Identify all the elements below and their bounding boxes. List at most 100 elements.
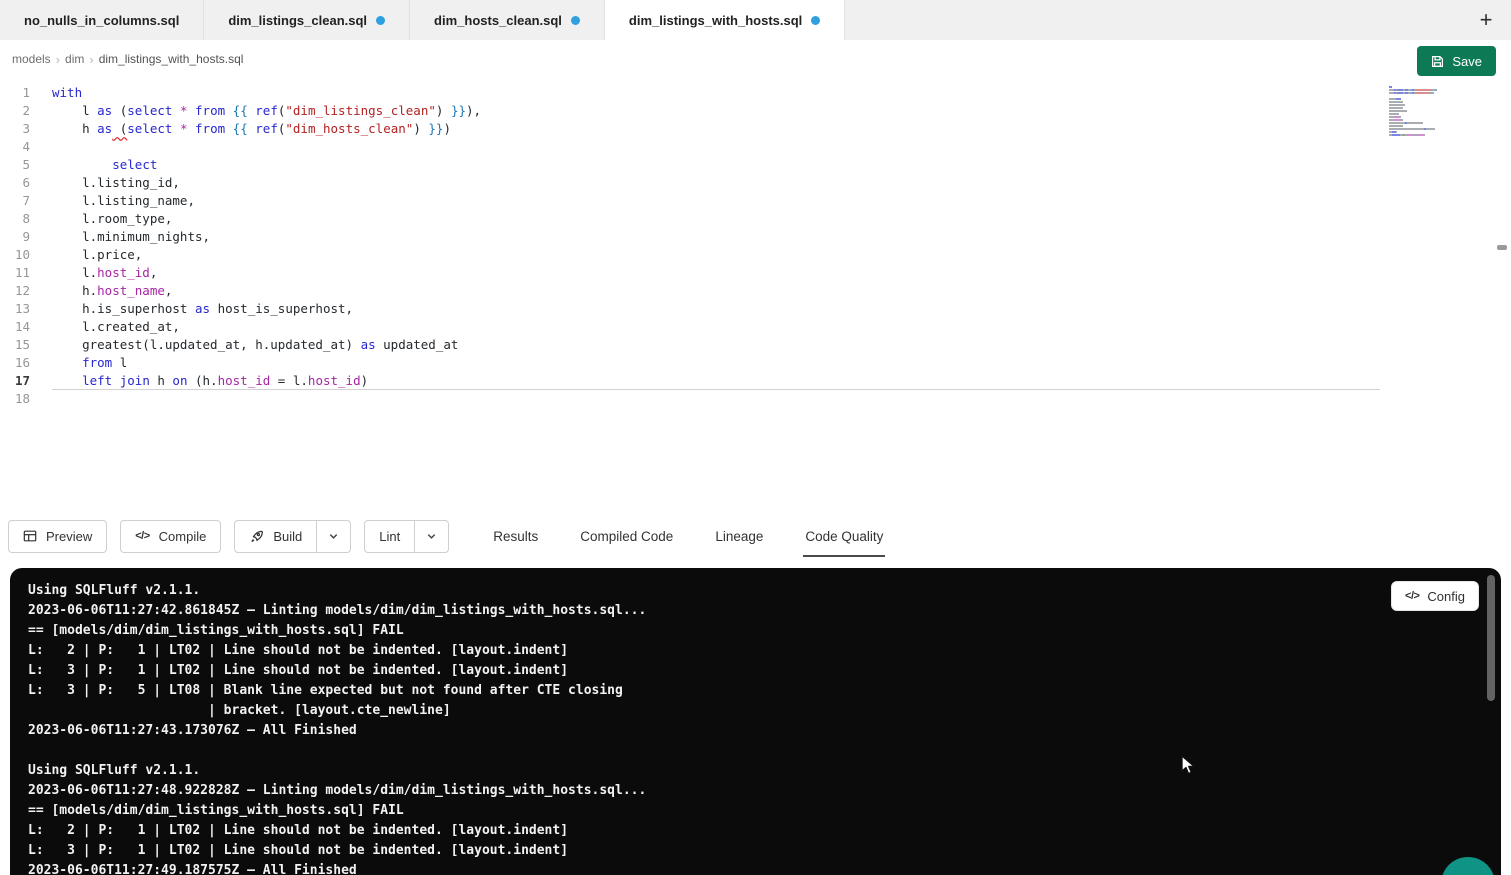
lint-split-button: Lint (364, 520, 449, 553)
terminal-line: L: 2 | P: 1 | LT02 | Line should not be … (28, 821, 1501, 841)
file-tab[interactable]: dim_hosts_clean.sql (410, 0, 605, 40)
code-line[interactable]: l.minimum_nights, (52, 228, 1380, 246)
build-split-button: Build (234, 520, 351, 553)
terminal-panel: Using SQLFluff v2.1.1. 2023-06-06T11:27:4… (10, 568, 1501, 875)
breadcrumb-item[interactable]: models (12, 52, 51, 66)
compile-button[interactable]: </> Compile (120, 520, 221, 553)
preview-button-label: Preview (46, 529, 92, 544)
line-number: 12 (0, 282, 30, 300)
file-tab-label: dim_listings_with_hosts.sql (629, 13, 802, 28)
file-tab-bar: no_nulls_in_columns.sql dim_listings_clea… (0, 0, 1511, 40)
code-line[interactable]: l.created_at, (52, 318, 1380, 336)
code-line[interactable]: h.host_name, (52, 282, 1380, 300)
code-line[interactable]: left join h on (h.host_id = l.host_id) (52, 372, 1380, 390)
line-number: 4 (0, 138, 30, 156)
code-line[interactable]: from l (52, 354, 1380, 372)
panel-tab-code-quality[interactable]: Code Quality (803, 521, 885, 552)
terminal-line: L: 3 | P: 5 | LT08 | Blank line expected… (28, 681, 1501, 701)
build-button[interactable]: Build (234, 520, 317, 553)
ide-page: no_nulls_in_columns.sql dim_listings_clea… (0, 0, 1511, 875)
editor-gutter: 123456789101112131415161718 (0, 84, 42, 408)
line-number: 1 (0, 84, 30, 102)
config-button-label: Config (1427, 589, 1465, 604)
line-number: 18 (0, 390, 30, 408)
terminal-line (28, 741, 1501, 761)
line-number: 10 (0, 246, 30, 264)
line-number: 6 (0, 174, 30, 192)
config-button[interactable]: </> Config (1391, 581, 1479, 611)
build-dropdown-button[interactable] (317, 520, 351, 553)
grid-icon (23, 529, 37, 543)
code-line[interactable]: l.host_id, (52, 264, 1380, 282)
panel-tab-compiled-code[interactable]: Compiled Code (578, 521, 675, 552)
breadcrumb-bar: models › dim › dim_listings_with_hosts.sql (0, 40, 1511, 78)
chevron-down-icon (426, 531, 437, 542)
editor-minimap[interactable] (1389, 86, 1463, 140)
file-tab[interactable]: dim_listings_clean.sql (204, 0, 410, 40)
line-number: 2 (0, 102, 30, 120)
panel-tab-lineage[interactable]: Lineage (713, 521, 765, 552)
code-area: 123456789101112131415161718 with l as (s… (0, 84, 1380, 408)
code-editor[interactable]: 123456789101112131415161718 with l as (s… (0, 78, 1511, 510)
new-tab-button[interactable]: + (1469, 0, 1503, 40)
file-tab-label: dim_hosts_clean.sql (434, 13, 562, 28)
code-line[interactable] (52, 390, 1380, 408)
terminal-scrollbar-thumb[interactable] (1487, 575, 1495, 701)
unsaved-changes-dot-icon (376, 16, 385, 25)
terminal-line: | bracket. [layout.cte_newline] (28, 701, 1501, 721)
breadcrumb: models › dim › dim_listings_with_hosts.sql (10, 52, 245, 67)
code-line[interactable]: l as (select * from {{ ref("dim_listings… (52, 102, 1380, 120)
compile-button-label: Compile (159, 529, 207, 544)
code-line[interactable]: h as (select * from {{ ref("dim_hosts_cl… (52, 120, 1380, 138)
line-number: 5 (0, 156, 30, 174)
line-number: 8 (0, 210, 30, 228)
code-line[interactable]: l.room_type, (52, 210, 1380, 228)
code-line[interactable]: greatest(l.updated_at, h.updated_at) as … (52, 336, 1380, 354)
terminal-line: == [models/dim/dim_listings_with_hosts.s… (28, 621, 1501, 641)
terminal-line: L: 2 | P: 1 | LT02 | Line should not be … (28, 641, 1501, 661)
terminal-output: Using SQLFluff v2.1.1. 2023-06-06T11:27:4… (28, 581, 1501, 875)
line-number: 11 (0, 264, 30, 282)
panel-tab-results[interactable]: Results (491, 521, 540, 552)
terminal-line: 2023-06-06T11:27:43.173076Z — All Finish… (28, 721, 1501, 741)
line-number: 9 (0, 228, 30, 246)
lint-button-label: Lint (379, 529, 400, 544)
preview-button[interactable]: Preview (8, 520, 107, 553)
code-line[interactable] (52, 138, 1380, 156)
code-line[interactable]: with (52, 84, 1380, 102)
breadcrumb-separator-icon: › (89, 52, 93, 67)
breadcrumb-item[interactable]: dim (65, 52, 84, 66)
lint-button[interactable]: Lint (364, 520, 415, 553)
code-line[interactable]: l.price, (52, 246, 1380, 264)
line-number: 7 (0, 192, 30, 210)
plus-icon: + (1480, 7, 1493, 33)
file-tab-label: dim_listings_clean.sql (228, 13, 367, 28)
terminal-line: Using SQLFluff v2.1.1. (28, 761, 1501, 781)
code-line[interactable]: l.listing_id, (52, 174, 1380, 192)
rocket-icon (249, 529, 264, 544)
breadcrumb-separator-icon: › (56, 52, 60, 67)
code-icon: </> (135, 530, 149, 542)
line-number: 3 (0, 120, 30, 138)
lint-dropdown-button[interactable] (415, 520, 449, 553)
code-line[interactable]: h.is_superhost as host_is_superhost, (52, 300, 1380, 318)
terminal-line: Using SQLFluff v2.1.1. (28, 581, 1501, 601)
breadcrumb-item[interactable]: dim_listings_with_hosts.sql (99, 52, 244, 66)
floppy-icon (1431, 55, 1444, 68)
editor-toolbar: Preview </> Compile Build (0, 510, 1511, 562)
code-line[interactable]: select (52, 156, 1380, 174)
file-tab[interactable]: no_nulls_in_columns.sql (0, 0, 204, 40)
save-button[interactable]: Save (1417, 46, 1496, 76)
unsaved-changes-dot-icon (811, 16, 820, 25)
terminal-line: 2023-06-06T11:27:49.187575Z — All Finish… (28, 861, 1501, 875)
line-number: 15 (0, 336, 30, 354)
file-tab[interactable]: dim_listings_with_hosts.sql (605, 0, 845, 40)
code-line[interactable]: l.listing_name, (52, 192, 1380, 210)
file-tab-label: no_nulls_in_columns.sql (24, 13, 179, 28)
line-number: 17 (0, 372, 30, 390)
editor-scrollbar-marker[interactable] (1497, 245, 1507, 250)
terminal-line: == [models/dim/dim_listings_with_hosts.s… (28, 801, 1501, 821)
file-tabs: no_nulls_in_columns.sql dim_listings_clea… (0, 0, 845, 40)
unsaved-changes-dot-icon (571, 16, 580, 25)
build-button-label: Build (273, 529, 302, 544)
